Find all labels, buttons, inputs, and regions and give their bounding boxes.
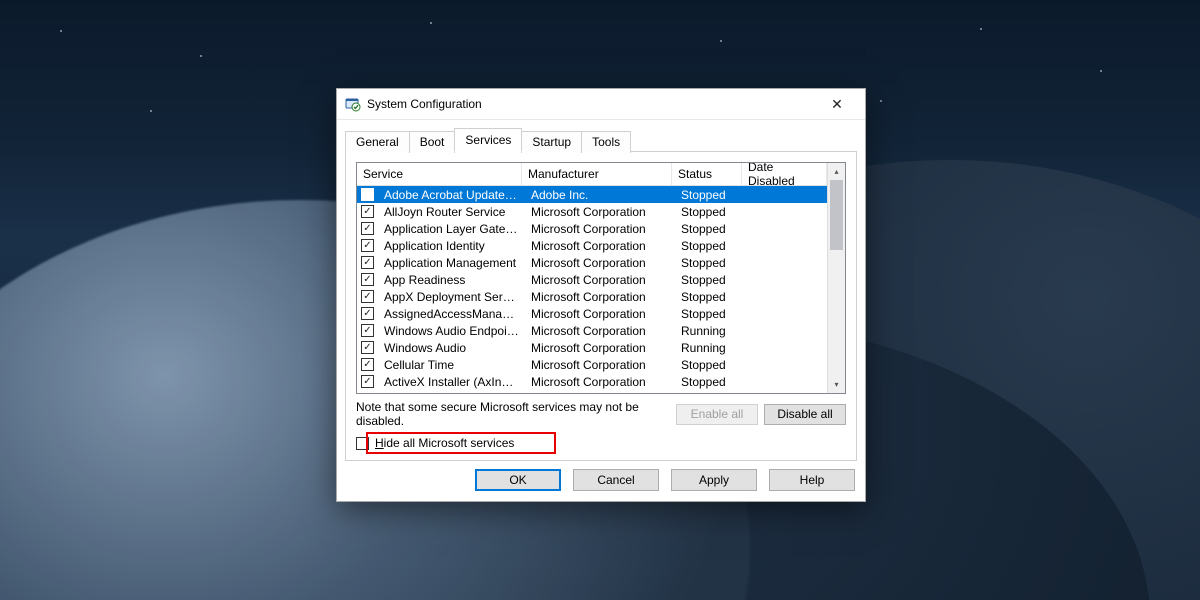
tab-startup[interactable]: Startup	[521, 131, 582, 153]
service-row[interactable]: Windows Audio Endpoint BuilderMicrosoft …	[357, 322, 827, 339]
service-status-cell: Stopped	[675, 239, 745, 253]
service-checkbox[interactable]	[361, 375, 374, 388]
service-checkbox[interactable]	[361, 324, 374, 337]
enable-all-button[interactable]: Enable all	[676, 404, 758, 425]
service-row[interactable]: AssignedAccessManager ServiceMicrosoft C…	[357, 305, 827, 322]
note-text: Note that some secure Microsoft services…	[356, 400, 670, 428]
titlebar[interactable]: System Configuration ✕	[337, 89, 865, 120]
service-row[interactable]: Application IdentityMicrosoft Corporatio…	[357, 237, 827, 254]
service-name-cell: Application Management	[378, 256, 525, 270]
app-icon	[345, 96, 361, 112]
service-row[interactable]: Application ManagementMicrosoft Corporat…	[357, 254, 827, 271]
service-name-cell: AppX Deployment Service (AppX…	[378, 290, 525, 304]
dialog-button-row: OK Cancel Apply Help	[337, 461, 865, 501]
apply-button[interactable]: Apply	[671, 469, 757, 491]
close-button[interactable]: ✕	[815, 90, 859, 118]
vertical-scrollbar[interactable]: ▴ ▾	[827, 163, 845, 393]
service-row[interactable]: Cellular TimeMicrosoft CorporationStoppe…	[357, 356, 827, 373]
scroll-down-button[interactable]: ▾	[828, 376, 845, 393]
service-checkbox[interactable]	[361, 307, 374, 320]
services-listview[interactable]: Service Manufacturer Status Date Disable…	[356, 162, 846, 394]
service-mfr-cell: Microsoft Corporation	[525, 375, 675, 389]
service-status-cell: Stopped	[675, 188, 745, 202]
col-header-manufacturer[interactable]: Manufacturer	[522, 163, 672, 185]
service-status-cell: Stopped	[675, 256, 745, 270]
service-checkbox[interactable]	[361, 239, 374, 252]
service-checkbox[interactable]	[361, 358, 374, 371]
service-mfr-cell: Microsoft Corporation	[525, 307, 675, 321]
chevron-up-icon: ▴	[834, 167, 838, 176]
service-row[interactable]: AllJoyn Router ServiceMicrosoft Corporat…	[357, 203, 827, 220]
service-mfr-cell: Microsoft Corporation	[525, 324, 675, 338]
service-checkbox[interactable]	[361, 341, 374, 354]
chevron-down-icon: ▾	[834, 380, 838, 389]
service-checkbox[interactable]	[361, 256, 374, 269]
service-name-cell: AssignedAccessManager Service	[378, 307, 525, 321]
window-title: System Configuration	[367, 97, 815, 111]
service-mfr-cell: Microsoft Corporation	[525, 256, 675, 270]
service-name-cell: ActiveX Installer (AxInstSV)	[378, 375, 525, 389]
service-status-cell: Stopped	[675, 222, 745, 236]
tab-body-services: Service Manufacturer Status Date Disable…	[345, 151, 857, 461]
tab-services[interactable]: Services	[454, 128, 522, 152]
hide-microsoft-label[interactable]: Hide all Microsoft services	[375, 436, 514, 450]
system-configuration-dialog: System Configuration ✕ GeneralBootServic…	[336, 88, 866, 502]
ok-button[interactable]: OK	[475, 469, 561, 491]
service-mfr-cell: Microsoft Corporation	[525, 222, 675, 236]
service-status-cell: Stopped	[675, 307, 745, 321]
service-status-cell: Stopped	[675, 290, 745, 304]
service-status-cell: Running	[675, 324, 745, 338]
service-mfr-cell: Adobe Inc.	[525, 188, 675, 202]
service-checkbox[interactable]	[361, 188, 374, 201]
tab-boot[interactable]: Boot	[409, 131, 456, 153]
service-name-cell: Windows Audio Endpoint Builder	[378, 324, 525, 338]
service-status-cell: Stopped	[675, 205, 745, 219]
disable-all-button[interactable]: Disable all	[764, 404, 846, 425]
help-button[interactable]: Help	[769, 469, 855, 491]
service-checkbox[interactable]	[361, 222, 374, 235]
service-row[interactable]: ActiveX Installer (AxInstSV)Microsoft Co…	[357, 373, 827, 390]
tab-tools[interactable]: Tools	[581, 131, 631, 153]
desktop-wallpaper: System Configuration ✕ GeneralBootServic…	[0, 0, 1200, 600]
service-name-cell: App Readiness	[378, 273, 525, 287]
service-status-cell: Stopped	[675, 375, 745, 389]
service-row[interactable]: Adobe Acrobat Update ServiceAdobe Inc.St…	[357, 186, 827, 203]
service-name-cell: Windows Audio	[378, 341, 525, 355]
cancel-button[interactable]: Cancel	[573, 469, 659, 491]
service-mfr-cell: Microsoft Corporation	[525, 341, 675, 355]
service-mfr-cell: Microsoft Corporation	[525, 205, 675, 219]
service-checkbox[interactable]	[361, 273, 374, 286]
service-checkbox[interactable]	[361, 205, 374, 218]
service-status-cell: Stopped	[675, 273, 745, 287]
close-icon: ✕	[831, 96, 843, 113]
scroll-up-button[interactable]: ▴	[828, 163, 845, 180]
hide-microsoft-checkbox[interactable]	[356, 437, 369, 450]
service-row[interactable]: AppX Deployment Service (AppX…Microsoft …	[357, 288, 827, 305]
service-checkbox[interactable]	[361, 290, 374, 303]
service-status-cell: Stopped	[675, 358, 745, 372]
service-name-cell: Adobe Acrobat Update Service	[378, 188, 525, 202]
service-mfr-cell: Microsoft Corporation	[525, 290, 675, 304]
service-name-cell: AllJoyn Router Service	[378, 205, 525, 219]
service-row[interactable]: Windows AudioMicrosoft CorporationRunnin…	[357, 339, 827, 356]
service-mfr-cell: Microsoft Corporation	[525, 239, 675, 253]
service-status-cell: Running	[675, 341, 745, 355]
col-header-date-disabled[interactable]: Date Disabled	[742, 163, 827, 185]
service-name-cell: Cellular Time	[378, 358, 525, 372]
service-row[interactable]: Application Layer Gateway ServiceMicroso…	[357, 220, 827, 237]
scroll-thumb[interactable]	[830, 180, 843, 250]
listview-header[interactable]: Service Manufacturer Status Date Disable…	[357, 163, 827, 186]
service-name-cell: Application Identity	[378, 239, 525, 253]
tab-general[interactable]: General	[345, 131, 410, 153]
service-mfr-cell: Microsoft Corporation	[525, 358, 675, 372]
col-header-status[interactable]: Status	[672, 163, 742, 185]
scroll-track[interactable]	[828, 180, 845, 376]
service-name-cell: Application Layer Gateway Service	[378, 222, 525, 236]
service-mfr-cell: Microsoft Corporation	[525, 273, 675, 287]
col-header-service[interactable]: Service	[357, 163, 522, 185]
tab-strip: GeneralBootServicesStartupTools	[345, 128, 857, 152]
service-row[interactable]: App ReadinessMicrosoft CorporationStoppe…	[357, 271, 827, 288]
